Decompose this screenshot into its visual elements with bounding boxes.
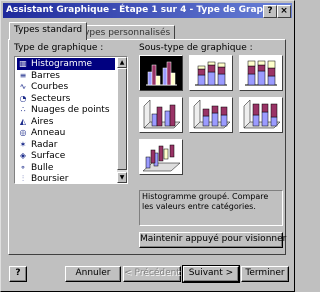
area-chart-icon: ◭ xyxy=(19,116,27,126)
subtype-3d-100-stacked-column[interactable] xyxy=(239,97,283,133)
list-item[interactable]: ∴ Nuages de points xyxy=(17,104,115,116)
subtype-clustered-column[interactable] xyxy=(139,55,183,91)
line-chart-icon: ∿ xyxy=(19,82,27,91)
help-title-button[interactable]: ? xyxy=(263,5,277,18)
list-item[interactable]: ∿ Courbes xyxy=(17,81,115,93)
pie-chart-icon: ◔ xyxy=(19,93,27,103)
surface-chart-icon: ◈ xyxy=(19,151,27,160)
list-item-label: Courbes xyxy=(31,82,69,92)
chart-subtype-grid xyxy=(139,55,285,175)
subtype-3d-stacked-column[interactable] xyxy=(189,97,233,133)
list-item-label: Surface xyxy=(31,151,66,161)
list-item-label: Bulle xyxy=(31,162,54,173)
list-scrollbar[interactable]: ▲ ▼ xyxy=(117,57,127,183)
subtype-100-stacked-column[interactable] xyxy=(239,55,283,91)
3d-column-icon xyxy=(142,144,181,172)
scroll-up-icon[interactable]: ▲ xyxy=(117,57,127,68)
tab-standard-types[interactable]: Types standard xyxy=(9,22,88,40)
stacked-column-icon xyxy=(195,61,227,86)
close-title-button[interactable]: × xyxy=(277,5,291,18)
scroll-thumb[interactable] xyxy=(117,68,127,170)
bar-chart-icon: ≡ xyxy=(19,70,27,80)
list-item[interactable]: ≡ Barres xyxy=(17,70,115,82)
help-button[interactable]: ? xyxy=(9,266,27,282)
percent-stacked-column-icon xyxy=(245,60,277,86)
list-item[interactable]: ⫶ Boursier xyxy=(17,173,115,184)
stock-chart-icon: ⫶ xyxy=(22,174,24,183)
chart-type-list[interactable]: ▥ Histogramme ≡ Barres ∿ Courbes ◔ Secteurs ∴ Nua… xyxy=(14,56,128,184)
list-item[interactable]: ✶ Radar xyxy=(17,139,115,151)
previous-button[interactable]: < Précédent xyxy=(123,266,181,282)
title-bar: Assistant Graphique - Étape 1 sur 4 - Ty… xyxy=(3,3,292,18)
radar-chart-icon: ✶ xyxy=(19,139,27,149)
list-item-label: Anneau xyxy=(31,128,66,138)
subtype-description: Histogramme groupé. Compare les valeurs … xyxy=(139,190,283,226)
list-item[interactable]: ◭ Aires xyxy=(17,116,115,128)
clustered-column-icon xyxy=(146,61,177,86)
doughnut-chart-icon: ◎ xyxy=(19,128,27,137)
scroll-down-icon[interactable]: ▼ xyxy=(117,172,127,183)
list-item[interactable]: ◈ Surface xyxy=(17,150,115,162)
list-item-label: Barres xyxy=(31,70,60,81)
chart-wizard-dialog: Assistant Graphique - Étape 1 sur 4 - Ty… xyxy=(0,0,295,292)
3d-percent-stacked-column-icon xyxy=(243,99,281,129)
list-item-label: Histogramme xyxy=(31,59,92,69)
3d-stacked-column-icon xyxy=(193,99,231,129)
column-chart-icon: ▥ xyxy=(19,59,27,68)
chart-subtype-label: Sous-type de graphique : xyxy=(139,43,253,53)
next-button[interactable]: Suivant > xyxy=(182,265,240,283)
finish-button[interactable]: Terminer xyxy=(241,266,289,282)
tab-custom-types[interactable]: Types personnalisés xyxy=(75,25,176,39)
window-title: Assistant Graphique - Étape 1 sur 4 - Ty… xyxy=(6,5,292,15)
tab-panel: Type de graphique : ▥ Histogramme ≡ Barres ∿… xyxy=(8,39,286,255)
list-item-label: Aires xyxy=(31,116,54,127)
help-icon: ? xyxy=(15,268,21,278)
scatter-chart-icon: ∴ xyxy=(20,105,26,114)
list-item-label: Radar xyxy=(31,139,58,150)
list-item-label: Secteurs xyxy=(31,93,71,104)
list-item[interactable]: ◎ Anneau xyxy=(17,127,115,139)
3d-clustered-column-icon xyxy=(143,99,181,129)
list-item[interactable]: ⚬ Bulle xyxy=(17,162,115,174)
list-item[interactable]: ▥ Histogramme xyxy=(17,58,115,70)
chart-type-label: Type de graphique : xyxy=(14,43,104,53)
bubble-chart-icon: ⚬ xyxy=(19,162,27,172)
cancel-button[interactable]: Annuler xyxy=(65,266,121,282)
hold-to-preview-button[interactable]: Maintenir appuyé pour visionner xyxy=(139,232,286,248)
list-item[interactable]: ◔ Secteurs xyxy=(17,93,115,105)
list-item-label: Nuages de points xyxy=(31,105,110,115)
list-item-label: Boursier xyxy=(31,174,69,184)
subtype-3d-clustered-column[interactable] xyxy=(139,97,183,133)
subtype-stacked-column[interactable] xyxy=(189,55,233,91)
subtype-3d-column[interactable] xyxy=(139,139,183,175)
